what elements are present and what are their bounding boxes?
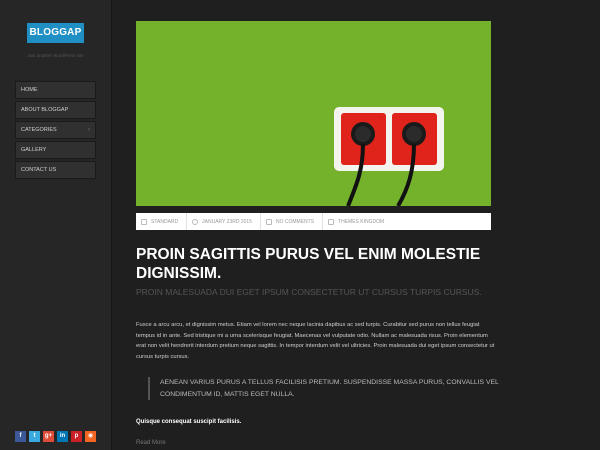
pinterest-icon[interactable]: p	[71, 431, 82, 442]
nav-item-label: ABOUT BLOGGAP	[21, 107, 69, 113]
nav-item-label: GALLERY	[21, 147, 47, 153]
rss-icon[interactable]: ◉	[85, 431, 96, 442]
user-icon	[328, 218, 335, 225]
post-date[interactable]: JANUARY 23RD 2015	[192, 218, 252, 225]
post-comments[interactable]: NO COMMENTS	[265, 218, 314, 225]
post-meta-bar: STANDARD JANUARY 23RD 2015 NO COMMENTS T…	[136, 213, 491, 230]
featured-image[interactable]	[136, 21, 491, 206]
main-navigation: HOME ABOUT BLOGGAP CATEGORIES › GALLERY …	[15, 81, 96, 181]
nav-item-gallery[interactable]: GALLERY	[15, 141, 96, 159]
comment-icon	[265, 218, 272, 225]
social-links: f t g+ in p ◉	[15, 431, 96, 442]
nav-item-contact[interactable]: CONTACT US	[15, 161, 96, 179]
linkedin-icon[interactable]: in	[57, 431, 68, 442]
site-tagline: Just another WordPress site	[27, 53, 84, 58]
post-blockquote: AENEAN VARIUS PURUS A TELLUS FACILISIS P…	[148, 377, 505, 400]
read-more-link[interactable]: Read More	[136, 440, 166, 446]
nav-item-categories[interactable]: CATEGORIES ›	[15, 121, 96, 139]
post-title[interactable]: PROIN SAGITTIS PURUS VEL ENIM MOLESTIE D…	[136, 245, 496, 283]
nav-item-label: CATEGORIES	[21, 127, 57, 133]
post-bold-line: Quisque consequat suscipit facilisis.	[136, 419, 242, 425]
nav-item-about[interactable]: ABOUT BLOGGAP	[15, 101, 96, 119]
pencil-icon	[141, 218, 147, 225]
nav-item-home[interactable]: HOME	[15, 81, 96, 99]
nav-item-label: HOME	[21, 87, 38, 93]
google-plus-icon[interactable]: g+	[43, 431, 54, 442]
power-outlet-illustration	[136, 21, 491, 206]
main-content: STANDARD JANUARY 23RD 2015 NO COMMENTS T…	[112, 0, 600, 450]
post-author[interactable]: THEMES KINGDOM	[328, 218, 384, 225]
clock-icon	[192, 218, 199, 225]
nav-item-label: CONTACT US	[21, 167, 57, 173]
facebook-icon[interactable]: f	[15, 431, 26, 442]
post-format: STANDARD	[141, 218, 178, 225]
post-subtitle: PROIN MALESUADA DUI EGET IPSUM CONSECTET…	[136, 287, 482, 297]
chevron-right-icon: ›	[88, 127, 90, 133]
site-logo[interactable]: BLOGGAP	[27, 23, 84, 43]
post-body: Fusce a arcu arcu, et dignissim metus. E…	[136, 322, 495, 361]
sidebar: BLOGGAP Just another WordPress site HOME…	[0, 0, 112, 450]
twitter-icon[interactable]: t	[29, 431, 40, 442]
